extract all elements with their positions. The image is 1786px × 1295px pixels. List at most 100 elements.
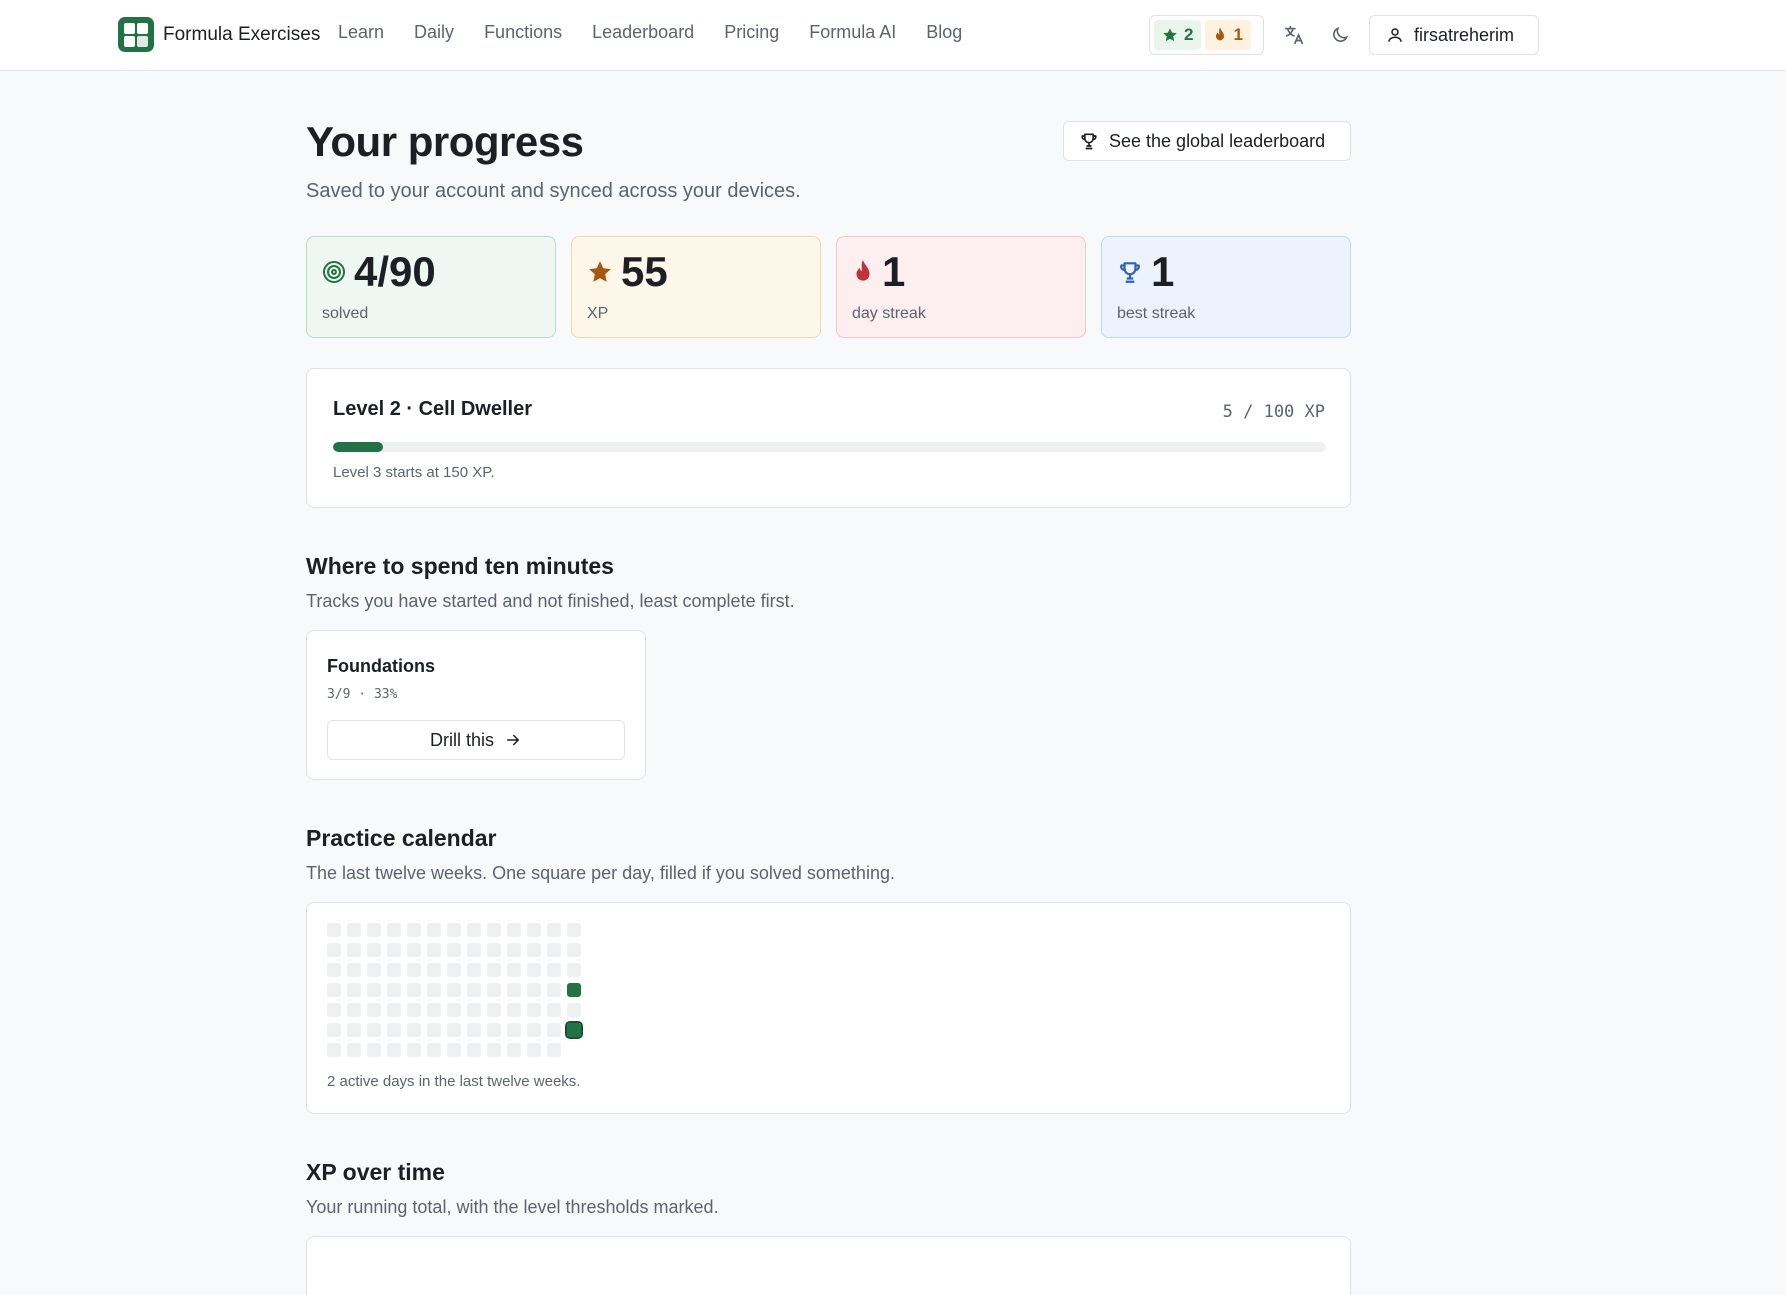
calendar-day: [427, 1043, 441, 1057]
stat-solved-label: solved: [322, 305, 369, 322]
calendar-day: [527, 1043, 541, 1057]
brand-link[interactable]: Formula Exercises: [118, 17, 320, 52]
calendar-day: [407, 963, 421, 977]
stat-xp-value: 55: [621, 248, 668, 295]
calendar-day: [487, 1043, 501, 1057]
xp-section-title: XP over time: [306, 1159, 445, 1185]
calendar-day: [507, 983, 521, 997]
brand-name: Formula Exercises: [163, 23, 321, 45]
calendar-day: [427, 1003, 441, 1017]
streak-pill: 1: [1205, 20, 1251, 50]
nav-functions[interactable]: Functions: [484, 22, 562, 43]
calendar-day: [327, 983, 341, 997]
stat-solved: 4/90 solved: [306, 236, 556, 338]
calendar-day: [467, 923, 481, 937]
translate-icon: [1284, 25, 1304, 45]
logo-icon: [118, 17, 154, 52]
stats-pill-group[interactable]: 2 1: [1149, 15, 1264, 55]
calendar-day: [487, 923, 501, 937]
level-card: Level 2 · Cell Dweller 5 / 100 XP Level …: [306, 368, 1351, 508]
calendar-day: [387, 1043, 401, 1057]
calendar-day: [527, 1023, 541, 1037]
level-progress-fill: [333, 442, 383, 452]
trophy-icon: [1081, 133, 1097, 150]
stat-best-streak: 1 best streak: [1101, 236, 1351, 338]
star-icon: [589, 261, 611, 282]
nav-formula-ai[interactable]: Formula AI: [809, 22, 896, 43]
calendar-day: [407, 1043, 421, 1057]
track-card-foundations: Foundations 3/9 · 33% Drill this: [306, 630, 646, 780]
language-button[interactable]: [1279, 20, 1309, 50]
calendar-day: [407, 1023, 421, 1037]
calendar-day: [567, 923, 581, 937]
calendar-day: [467, 1003, 481, 1017]
calendar-day: [327, 1023, 341, 1037]
nav-daily[interactable]: Daily: [414, 22, 454, 43]
theme-toggle-button[interactable]: [1325, 20, 1355, 50]
calendar-day: [527, 943, 541, 957]
calendar-day: [507, 943, 521, 957]
calendar-day: [427, 963, 441, 977]
calendar-day: [507, 1043, 521, 1057]
nav-pricing[interactable]: Pricing: [724, 22, 779, 43]
calendar-day: [347, 943, 361, 957]
nav-learn[interactable]: Learn: [338, 22, 384, 43]
calendar-day: [447, 1003, 461, 1017]
calendar-day: [347, 1023, 361, 1037]
calendar-day: [547, 923, 561, 937]
calendar-day: [347, 1003, 361, 1017]
calendar-section-subtitle: The last twelve weeks. One square per da…: [306, 863, 895, 883]
top-navbar: Formula Exercises Learn Daily Functions …: [0, 0, 1786, 71]
calendar-day: [427, 1023, 441, 1037]
calendar-day: [527, 983, 541, 997]
calendar-day: [407, 943, 421, 957]
calendar-day: [427, 943, 441, 957]
nav-blog[interactable]: Blog: [926, 22, 962, 43]
global-leaderboard-button[interactable]: See the global leaderboard: [1063, 121, 1351, 161]
calendar-day: [367, 943, 381, 957]
calendar-day: [447, 983, 461, 997]
calendar-day: [547, 983, 561, 997]
calendar-day: [467, 963, 481, 977]
level-note: Level 3 starts at 150 XP.: [333, 464, 495, 481]
stars-pill: 2: [1154, 20, 1202, 50]
calendar-day: [407, 983, 421, 997]
calendar-day: [367, 963, 381, 977]
calendar-day: [487, 963, 501, 977]
calendar-day: [327, 1043, 341, 1057]
practice-calendar-card: 2 active days in the last twelve weeks.: [306, 902, 1351, 1114]
calendar-day: [565, 1021, 583, 1039]
calendar-day: [567, 963, 581, 977]
stat-xp: 55 XP: [571, 236, 821, 338]
calendar-day: [387, 943, 401, 957]
stat-day-streak-value: 1: [882, 248, 906, 295]
calendar-day: [387, 983, 401, 997]
target-icon: [323, 261, 345, 283]
user-icon: [1388, 28, 1402, 42]
calendar-day: [407, 1003, 421, 1017]
calendar-day: [447, 1023, 461, 1037]
calendar-day: [487, 983, 501, 997]
nav-leaderboard[interactable]: Leaderboard: [592, 22, 694, 43]
calendar-day: [547, 1003, 561, 1017]
calendar-day: [327, 963, 341, 977]
calendar-day: [507, 963, 521, 977]
calendar-day: [547, 943, 561, 957]
calendar-day: [527, 963, 541, 977]
calendar-day: [327, 1003, 341, 1017]
stat-solved-value: 4/90: [354, 248, 436, 295]
drill-this-label: Drill this: [429, 729, 494, 750]
calendar-day: [387, 1023, 401, 1037]
drill-this-button[interactable]: Drill this: [327, 720, 625, 760]
calendar-day: [367, 923, 381, 937]
calendar-day: [527, 1003, 541, 1017]
page-subtitle: Saved to your account and synced across …: [306, 180, 801, 202]
calendar-day: [367, 1043, 381, 1057]
calendar-day: [327, 943, 341, 957]
user-menu-button[interactable]: firsatreherim: [1369, 15, 1539, 55]
calendar-section-title: Practice calendar: [306, 825, 497, 851]
streak-count: 1: [1233, 25, 1243, 44]
calendar-day: [447, 963, 461, 977]
calendar-day: [427, 983, 441, 997]
level-xp: 5 / 100 XP: [1222, 402, 1325, 422]
